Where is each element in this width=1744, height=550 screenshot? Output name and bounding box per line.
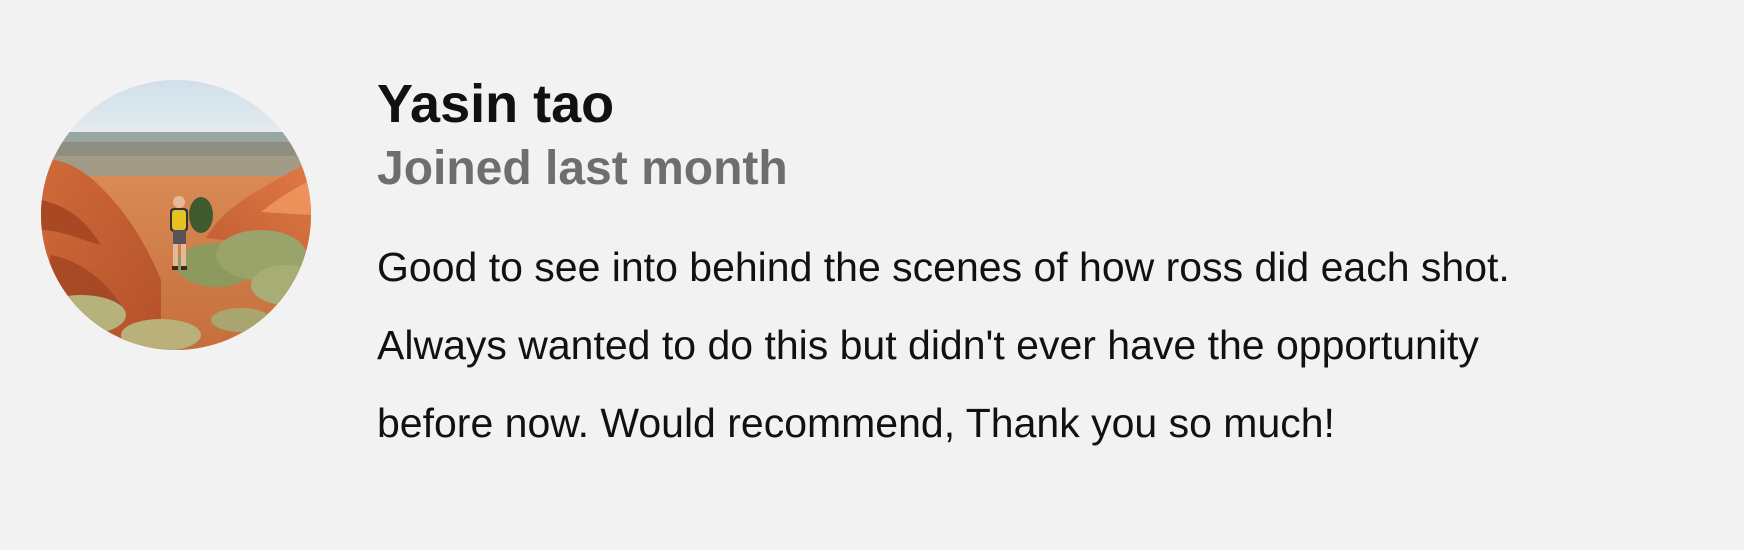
avatar-photo-hiker-icon (41, 80, 311, 350)
author-name[interactable]: Yasin tao (377, 70, 1717, 138)
user-avatar[interactable] (41, 80, 311, 350)
review-content: Yasin tao Joined last month Good to see … (377, 70, 1717, 462)
review-text-line: Good to see into behind the scenes of ho… (377, 244, 1510, 290)
review-text: Good to see into behind the scenes of ho… (377, 228, 1717, 462)
review-card: Yasin tao Joined last month Good to see … (0, 0, 1744, 550)
review-text-line: before now. Would recommend, Thank you s… (377, 400, 1335, 446)
review-text-line: Always wanted to do this but didn't ever… (377, 322, 1479, 368)
joined-date: Joined last month (377, 142, 788, 195)
